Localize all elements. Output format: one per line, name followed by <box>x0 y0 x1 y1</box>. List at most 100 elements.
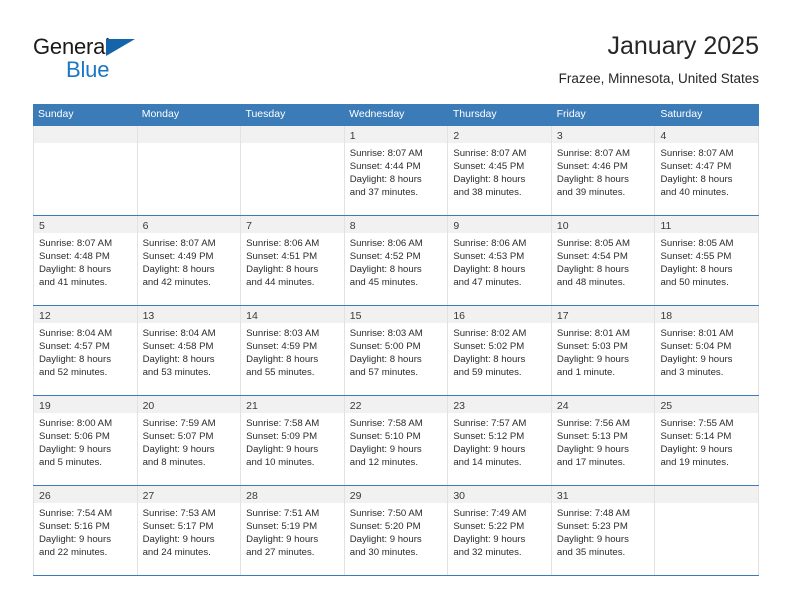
sunset-line: Sunset: 4:54 PM <box>556 251 628 263</box>
day-detail-lines: Sunrise: 8:01 AM Sunset: 5:03 PM Daylight:… <box>552 323 655 379</box>
calendar-day-cell[interactable]: 10 Sunrise: 8:05 AM Sunset: 4:54 PM Dayligh… <box>551 216 656 305</box>
daylight-line-cont: and 40 minutes. <box>660 187 729 199</box>
calendar-day-cell[interactable]: 5 Sunrise: 8:07 AM Sunset: 4:48 PM Daylight… <box>33 216 138 305</box>
calendar-day-cell[interactable]: 19 Sunrise: 8:00 AM Sunset: 5:06 PM Dayligh… <box>33 396 138 485</box>
sunrise-line: Sunrise: 8:07 AM <box>142 238 216 249</box>
sunrise-line: Sunrise: 7:59 AM <box>142 418 216 429</box>
day-number-bar: 9 <box>448 216 551 233</box>
daylight-line-cont: and 30 minutes. <box>349 547 419 559</box>
sunrise-line: Sunrise: 8:06 AM <box>453 238 527 249</box>
calendar-day-cell[interactable]: 7 Sunrise: 8:06 AM Sunset: 4:51 PM Daylight… <box>241 216 345 305</box>
calendar-day-cell[interactable]: 8 Sunrise: 8:06 AM Sunset: 4:52 PM Daylight… <box>344 216 449 305</box>
day-number: 19 <box>39 400 51 412</box>
calendar-week-row: 5 Sunrise: 8:07 AM Sunset: 4:48 PM Daylight… <box>33 215 760 305</box>
sunset-line: Sunset: 4:47 PM <box>660 161 732 173</box>
day-number-bar: 17 <box>551 306 655 323</box>
calendar-day-cell[interactable]: 25 Sunrise: 7:55 AM Sunset: 5:14 PM Dayligh… <box>655 396 760 485</box>
calendar-day-cell[interactable]: 20 Sunrise: 7:59 AM Sunset: 5:07 PM Dayligh… <box>137 396 242 485</box>
calendar-day-cell[interactable]: 17 Sunrise: 8:01 AM Sunset: 5:03 PM Dayligh… <box>551 306 656 395</box>
daylight-line: Daylight: 8 hours <box>246 264 319 276</box>
day-detail-lines: Sunrise: 8:03 AM Sunset: 5:00 PM Daylight:… <box>345 323 448 379</box>
sunrise-line: Sunrise: 8:05 AM <box>556 238 630 249</box>
sunrise-line: Sunrise: 8:00 AM <box>39 418 113 429</box>
daylight-line-cont: and 37 minutes. <box>349 187 419 199</box>
day-number-bar: 12 <box>34 306 137 323</box>
daylight-line: Daylight: 9 hours <box>39 534 111 546</box>
calendar-day-cell[interactable]: 1 Sunrise: 8:07 AM Sunset: 4:44 PM Daylight… <box>344 126 449 215</box>
calendar-day-cell[interactable]: 28 Sunrise: 7:51 AM Sunset: 5:19 PM Dayligh… <box>241 486 345 575</box>
daylight-line: Daylight: 8 hours <box>349 354 422 366</box>
calendar-day-cell[interactable]: 3 Sunrise: 8:07 AM Sunset: 4:46 PM Daylight… <box>551 126 656 215</box>
day-number: 8 <box>349 220 356 232</box>
daylight-line-cont: and 8 minutes. <box>142 457 206 469</box>
sunset-line: Sunset: 4:44 PM <box>349 161 421 173</box>
weekday-header-row: Sunday Monday Tuesday Wednesday Thursday Frid… <box>33 104 759 125</box>
sunset-line: Sunset: 5:20 PM <box>349 521 421 533</box>
sunrise-line: Sunrise: 8:06 AM <box>246 238 320 249</box>
daylight-line-cont: and 32 minutes. <box>453 547 522 559</box>
calendar-day-cell[interactable]: 2 Sunrise: 8:07 AM Sunset: 4:45 PM Daylight… <box>448 126 552 215</box>
daylight-line: Daylight: 9 hours <box>39 444 111 456</box>
daylight-line-cont: and 38 minutes. <box>453 187 522 199</box>
calendar-day-cell[interactable]: 12 Sunrise: 8:04 AM Sunset: 4:57 PM Dayligh… <box>33 306 138 395</box>
day-number-bar: 31 <box>551 486 655 503</box>
daylight-line: Daylight: 9 hours <box>142 444 215 456</box>
daylight-line: Daylight: 8 hours <box>556 174 629 186</box>
calendar-day-cell[interactable]: 21 Sunrise: 7:58 AM Sunset: 5:09 PM Dayligh… <box>241 396 345 485</box>
day-number-bar: 15 <box>344 306 448 323</box>
day-detail-lines: Sunrise: 7:56 AM Sunset: 5:13 PM Daylight:… <box>552 413 655 469</box>
calendar-day-cell[interactable]: 29 Sunrise: 7:50 AM Sunset: 5:20 PM Dayligh… <box>344 486 449 575</box>
day-detail-lines: Sunrise: 8:07 AM Sunset: 4:45 PM Daylight:… <box>448 143 551 199</box>
day-number-bar: 13 <box>137 306 241 323</box>
day-number-bar: 6 <box>137 216 241 233</box>
sunrise-line: Sunrise: 8:07 AM <box>453 148 527 159</box>
calendar-day-cell[interactable]: 31 Sunrise: 7:48 AM Sunset: 5:23 PM Dayligh… <box>551 486 656 575</box>
sunset-line: Sunset: 5:13 PM <box>556 431 628 443</box>
calendar-day-cell[interactable]: 22 Sunrise: 7:58 AM Sunset: 5:10 PM Dayligh… <box>344 396 449 485</box>
sunset-line: Sunset: 4:55 PM <box>660 251 732 263</box>
sunset-line: Sunset: 5:19 PM <box>246 521 318 533</box>
day-number-bar <box>655 486 759 503</box>
sunset-line: Sunset: 5:03 PM <box>556 341 628 353</box>
day-detail-lines: Sunrise: 7:57 AM Sunset: 5:12 PM Daylight:… <box>448 413 551 469</box>
daylight-line: Daylight: 8 hours <box>453 174 526 186</box>
calendar-day-cell[interactable]: 27 Sunrise: 7:53 AM Sunset: 5:17 PM Dayligh… <box>137 486 242 575</box>
sunrise-line: Sunrise: 7:57 AM <box>453 418 527 429</box>
calendar-day-cell[interactable]: 23 Sunrise: 7:57 AM Sunset: 5:12 PM Dayligh… <box>448 396 552 485</box>
sunset-line: Sunset: 4:48 PM <box>39 251 110 263</box>
brand-logo: General Blue <box>33 34 223 85</box>
calendar-day-cell[interactable]: 4 Sunrise: 8:07 AM Sunset: 4:47 PM Daylight… <box>655 126 760 215</box>
calendar-day-cell[interactable]: 18 Sunrise: 8:01 AM Sunset: 5:04 PM Dayligh… <box>655 306 760 395</box>
calendar-day-cell[interactable]: 30 Sunrise: 7:49 AM Sunset: 5:22 PM Dayligh… <box>448 486 552 575</box>
sunset-line: Sunset: 5:07 PM <box>142 431 214 443</box>
calendar-day-cell[interactable]: 15 Sunrise: 8:03 AM Sunset: 5:00 PM Dayligh… <box>344 306 449 395</box>
calendar-day-cell[interactable]: 14 Sunrise: 8:03 AM Sunset: 4:59 PM Dayligh… <box>241 306 345 395</box>
daylight-line: Daylight: 8 hours <box>349 174 422 186</box>
day-number: 23 <box>453 400 465 412</box>
sunset-line: Sunset: 5:02 PM <box>453 341 525 353</box>
day-number-bar: 7 <box>241 216 344 233</box>
weekday-header-tuesday: Tuesday <box>245 108 286 120</box>
sunset-line: Sunset: 5:17 PM <box>142 521 214 533</box>
calendar-day-cell-empty <box>33 126 138 215</box>
sunrise-line: Sunrise: 8:04 AM <box>142 328 216 339</box>
day-number-bar: 20 <box>137 396 241 413</box>
calendar-day-cell[interactable]: 9 Sunrise: 8:06 AM Sunset: 4:53 PM Daylight… <box>448 216 552 305</box>
calendar-day-cell-empty <box>655 486 760 575</box>
sunrise-line: Sunrise: 8:07 AM <box>660 148 734 159</box>
sunrise-line: Sunrise: 7:56 AM <box>556 418 630 429</box>
daylight-line-cont: and 35 minutes. <box>556 547 626 559</box>
sunset-line: Sunset: 5:10 PM <box>349 431 421 443</box>
calendar-day-cell[interactable]: 26 Sunrise: 7:54 AM Sunset: 5:16 PM Dayligh… <box>33 486 138 575</box>
daylight-line-cont: and 42 minutes. <box>142 277 211 289</box>
calendar-day-cell[interactable]: 24 Sunrise: 7:56 AM Sunset: 5:13 PM Dayligh… <box>551 396 656 485</box>
calendar-day-cell[interactable]: 11 Sunrise: 8:05 AM Sunset: 4:55 PM Dayligh… <box>655 216 760 305</box>
calendar-week-row: 19 Sunrise: 8:00 AM Sunset: 5:06 PM Dayligh… <box>33 395 760 485</box>
calendar-day-cell[interactable]: 16 Sunrise: 8:02 AM Sunset: 5:02 PM Dayligh… <box>448 306 552 395</box>
calendar-week-row: 1 Sunrise: 8:07 AM Sunset: 4:44 PM Daylight… <box>33 125 760 215</box>
calendar-grid: Sunday Monday Tuesday Wednesday Thursday Frid… <box>33 104 760 576</box>
day-number: 12 <box>39 310 51 322</box>
daylight-line-cont: and 12 minutes. <box>349 457 419 469</box>
calendar-day-cell[interactable]: 13 Sunrise: 8:04 AM Sunset: 4:58 PM Dayligh… <box>137 306 242 395</box>
calendar-day-cell[interactable]: 6 Sunrise: 8:07 AM Sunset: 4:49 PM Daylight… <box>137 216 242 305</box>
